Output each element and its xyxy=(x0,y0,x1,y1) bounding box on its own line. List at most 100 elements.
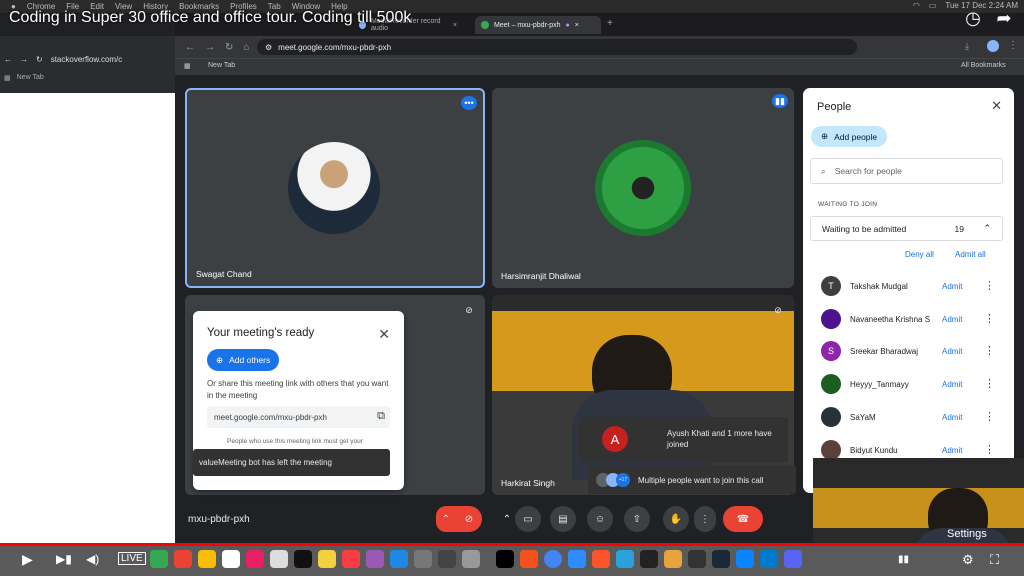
raise-hand-icon[interactable]: ✋ xyxy=(663,506,689,532)
deny-all-button[interactable]: Deny all xyxy=(905,250,934,259)
volume-icon[interactable]: ◀) xyxy=(86,552,99,566)
waiting-person-row[interactable]: SaYaM Admit ⋮ xyxy=(803,404,1014,431)
admit-button[interactable]: Admit xyxy=(942,315,962,324)
address-bar[interactable]: ⚙ meet.google.com/mxu-pbdr-pxh xyxy=(257,39,857,55)
home-icon[interactable]: ⌂ xyxy=(243,42,249,53)
download-icon[interactable]: ⤓ xyxy=(965,41,969,52)
forward-icon[interactable]: → xyxy=(205,42,215,53)
calendar-icon[interactable] xyxy=(222,550,240,568)
present-screen-icon[interactable]: ⇧ xyxy=(624,506,650,532)
admit-button[interactable]: Admit xyxy=(942,347,962,356)
dock-app-icon[interactable] xyxy=(462,550,480,568)
tab-close-icon[interactable]: × xyxy=(575,22,579,29)
dock-app-icon[interactable] xyxy=(736,550,754,568)
more-options-icon[interactable]: ⋮ xyxy=(984,410,995,423)
emoji-icon[interactable]: ☺ xyxy=(587,506,613,532)
dock-app-icon[interactable] xyxy=(174,550,192,568)
joined-avatar: A xyxy=(602,426,628,452)
notes-icon[interactable] xyxy=(318,550,336,568)
fullscreen-icon[interactable]: ⛶ xyxy=(990,552,999,568)
tab-meet[interactable]: Meet – mxu-pbdr-pxh ● × xyxy=(475,16,601,34)
zoom-icon[interactable] xyxy=(568,550,586,568)
gear-icon[interactable]: ⚙ xyxy=(962,552,974,568)
background-bookmark[interactable]: ▦ New Tab xyxy=(4,74,44,82)
more-options-icon[interactable]: ⋮ xyxy=(984,443,995,456)
chrome-icon[interactable] xyxy=(544,550,562,568)
battery-icon[interactable]: ▭ xyxy=(929,1,937,10)
dock-app-icon[interactable] xyxy=(438,550,456,568)
podcasts-icon[interactable] xyxy=(366,550,384,568)
add-people-button[interactable]: ⊕ Add people xyxy=(811,126,888,147)
settings-label[interactable]: Settings xyxy=(947,528,987,540)
dock-app-icon[interactable] xyxy=(640,550,658,568)
participant-tile-swagat[interactable]: ••• Swagat Chand xyxy=(185,88,485,288)
discord-icon[interactable] xyxy=(784,550,802,568)
tab-close-icon[interactable]: × xyxy=(453,22,457,29)
add-others-button[interactable]: ⊕ Add others xyxy=(207,349,280,371)
brave-icon[interactable] xyxy=(592,550,610,568)
admit-button[interactable]: Admit xyxy=(942,413,962,422)
telegram-icon[interactable] xyxy=(616,550,634,568)
all-bookmarks[interactable]: All Bookmarks xyxy=(961,62,1006,69)
waiting-group-header[interactable]: Waiting to be admitted 19 ⌃ xyxy=(810,216,1003,241)
dock-app-icon[interactable] xyxy=(688,550,706,568)
next-icon[interactable]: ▶▮ xyxy=(56,552,72,566)
back-icon[interactable]: ← xyxy=(185,42,195,53)
dock-app-icon[interactable] xyxy=(150,550,168,568)
admit-button[interactable]: Admit xyxy=(942,282,962,291)
dock-app-icon[interactable] xyxy=(270,550,288,568)
apps-grid-icon[interactable]: ▦ xyxy=(184,62,191,70)
dock-app-icon[interactable] xyxy=(198,550,216,568)
more-options-icon[interactable]: ⋮ xyxy=(984,344,995,357)
participant-tile-harkirat[interactable]: ⊘ Harkirat Singh xyxy=(492,295,794,495)
admit-button[interactable]: Admit xyxy=(942,446,962,455)
reload-icon[interactable]: ↻ xyxy=(225,42,233,53)
mute-mic-icon[interactable]: ⊘ xyxy=(456,506,482,532)
waiting-person-row[interactable]: Heyyy_Tanmayy Admit ⋮ xyxy=(803,371,1014,398)
leave-call-button[interactable]: ☎ xyxy=(723,506,763,532)
more-options-icon[interactable]: ⋮ xyxy=(984,279,995,292)
dock-app-icon[interactable] xyxy=(664,550,682,568)
reload-icon: ↻ xyxy=(36,54,43,64)
waiting-person-row[interactable]: S Sreekar Bharadwaj Admit ⋮ xyxy=(803,338,1014,365)
search-people-input[interactable]: ⌕ Search for people xyxy=(810,158,1003,184)
vscode-icon[interactable] xyxy=(760,550,778,568)
play-icon[interactable]: ▶ xyxy=(22,551,33,568)
admit-button[interactable]: Admit xyxy=(942,380,962,389)
admit-all-button[interactable]: Admit all xyxy=(955,250,986,259)
watch-later-icon[interactable]: ◷ xyxy=(962,7,984,29)
multiple-join-toast[interactable]: +17 Multiple people want to join this ca… xyxy=(588,466,796,494)
live-badge-icon[interactable]: LIVE xyxy=(118,552,146,565)
copy-icon[interactable]: ⧉ xyxy=(377,410,385,423)
wifi-icon[interactable]: ◠ xyxy=(913,1,920,10)
settings-icon[interactable] xyxy=(414,550,432,568)
pause-icon[interactable]: ▮▮ xyxy=(898,554,909,565)
steam-icon[interactable] xyxy=(712,550,730,568)
music-icon[interactable] xyxy=(342,550,360,568)
participant-tile-harsimranjit[interactable]: ▮▮ Harsimranjit Dhaliwal xyxy=(492,88,794,288)
site-info-icon[interactable]: ⚙ xyxy=(265,43,272,52)
camera-icon[interactable]: ▭ xyxy=(515,506,541,532)
tv-app-icon[interactable] xyxy=(294,550,312,568)
bookmark-new-tab[interactable]: New Tab xyxy=(208,62,235,69)
close-icon[interactable]: ✕ xyxy=(378,326,390,343)
background-address-bar[interactable]: ← → ↻ stackoverflow.com/c xyxy=(4,52,122,66)
mic-options-chevron-icon[interactable]: ⌃ xyxy=(436,506,456,532)
close-icon[interactable]: ✕ xyxy=(991,98,1002,114)
terminal-icon[interactable] xyxy=(496,550,514,568)
captions-icon[interactable]: ▤ xyxy=(550,506,576,532)
app-store-icon[interactable] xyxy=(390,550,408,568)
participant-name: Harkirat Singh xyxy=(501,478,555,488)
more-options-icon[interactable]: ••• xyxy=(461,96,477,110)
share-icon[interactable]: ➦ xyxy=(993,7,1015,29)
new-tab-icon[interactable]: + xyxy=(607,18,613,29)
dock-app-icon[interactable] xyxy=(246,550,264,568)
dock-app-icon[interactable] xyxy=(520,550,538,568)
profile-avatar[interactable] xyxy=(987,40,999,52)
more-options-icon[interactable]: ⋮ xyxy=(694,506,716,532)
waiting-person-row[interactable]: Navaneetha Krishna S Admit ⋮ xyxy=(803,306,1014,333)
more-options-icon[interactable]: ⋮ xyxy=(984,312,995,325)
more-options-icon[interactable]: ⋮ xyxy=(984,377,995,390)
chrome-menu-icon[interactable]: ⋮ xyxy=(1008,40,1018,51)
waiting-person-row[interactable]: T Takshak Mudgal Admit ⋮ xyxy=(803,273,1014,300)
